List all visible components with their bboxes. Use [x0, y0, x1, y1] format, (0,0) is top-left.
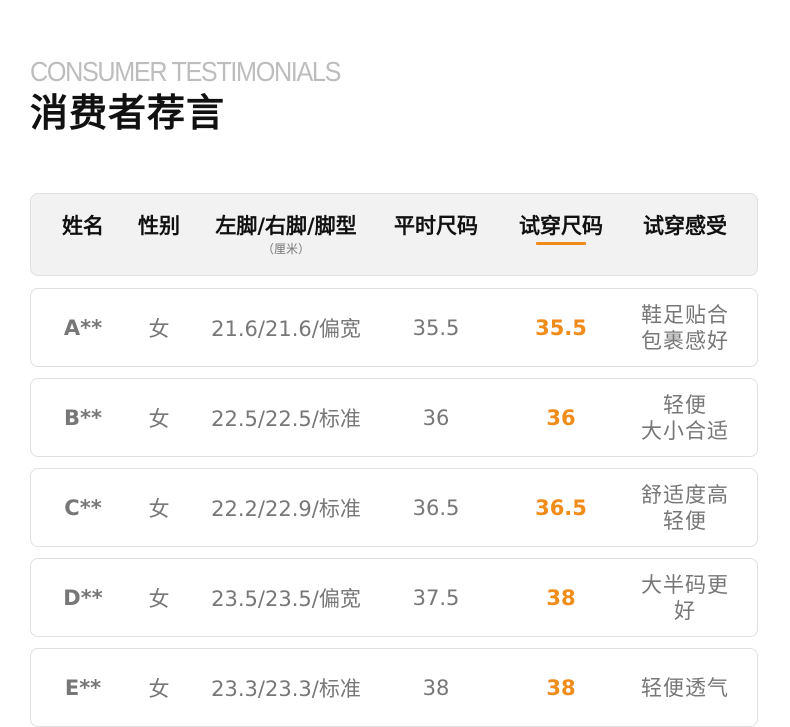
cell-feel: 轻便透气: [625, 649, 745, 726]
table-row: C** 女 22.2/22.9/标准 36.5 36.5 舒适度高 轻便: [30, 468, 758, 547]
cell-gender: 女: [148, 586, 170, 611]
col-header-feel-label: 试穿感受: [643, 214, 727, 238]
cell-feel-line: 舒适度高: [641, 482, 729, 507]
cell-feel-line: 轻便透气: [641, 675, 729, 700]
cell-gender: 女: [148, 676, 170, 701]
table-row: E** 女 23.3/23.3/标准 38 38 轻便透气: [30, 648, 758, 727]
cell-feel-line: 包裹感好: [641, 328, 729, 353]
table-row: A** 女 21.6/21.6/偏宽 35.5 35.5 鞋足贴合 包裹感好: [30, 288, 758, 367]
cell-tried-size: 38: [546, 585, 576, 610]
col-header-gender-label: 性别: [138, 214, 180, 238]
cell-gender: 女: [148, 496, 170, 521]
cell-feet: 22.5/22.5/标准: [211, 406, 361, 431]
col-header-gender: 性别: [120, 194, 198, 277]
cell-usual-size: 38: [422, 675, 450, 700]
col-header-tried-size-label: 试穿尺码: [519, 214, 603, 238]
page-title: 消费者荐言: [30, 91, 226, 135]
cell-tried-size: 36: [546, 405, 576, 430]
cell-tried-size: 35.5: [535, 315, 587, 340]
col-header-feet-label: 左脚/右脚/脚型: [215, 214, 357, 238]
accent-underline: [536, 242, 586, 245]
col-header-name-label: 姓名: [62, 214, 104, 238]
cell-usual-size: 37.5: [412, 585, 460, 610]
table-row: B** 女 22.5/22.5/标准 36 36 轻便 大小合适: [30, 378, 758, 457]
cell-feet: 21.6/21.6/偏宽: [211, 316, 361, 341]
col-header-usual-size: 平时尺码: [376, 194, 496, 277]
subtitle-en: CONSUMER TESTIMONIALS: [30, 56, 341, 87]
cell-feel: 轻便 大小合适: [625, 379, 745, 456]
cell-feet: 22.2/22.9/标准: [211, 496, 361, 521]
cell-gender: 女: [148, 316, 170, 341]
cell-usual-size: 35.5: [412, 315, 460, 340]
cell-feel: 鞋足贴合 包裹感好: [625, 289, 745, 366]
cell-feel-line: 大半码更: [641, 572, 729, 597]
cell-feet: 23.3/23.3/标准: [211, 676, 361, 701]
cell-feel-line: 大小合适: [641, 418, 729, 443]
cell-usual-size: 36: [422, 405, 450, 430]
cell-feel-line: 鞋足贴合: [641, 302, 729, 327]
cell-feet: 23.5/23.5/偏宽: [211, 586, 361, 611]
cell-feel-line: 轻便: [663, 508, 707, 533]
cell-feel: 大半码更好: [625, 559, 745, 636]
cell-feel-line: 轻便: [663, 392, 707, 417]
cell-usual-size: 36.5: [412, 495, 460, 520]
cell-tried-size: 38: [546, 675, 576, 700]
col-header-feet: 左脚/右脚/脚型 （厘米）: [201, 194, 371, 277]
cell-tried-size: 36.5: [535, 495, 587, 520]
col-header-feet-unit: （厘米）: [261, 242, 310, 256]
table-header: 姓名 性别 左脚/右脚/脚型 （厘米） 平时尺码 试穿尺码 试穿感受: [30, 193, 758, 276]
col-header-feel: 试穿感受: [625, 194, 745, 277]
col-header-tried-size: 试穿尺码: [501, 194, 621, 277]
table-row: D** 女 23.5/23.5/偏宽 37.5 38 大半码更好: [30, 558, 758, 637]
cell-gender: 女: [148, 406, 170, 431]
cell-feel: 舒适度高 轻便: [625, 469, 745, 546]
col-header-usual-size-label: 平时尺码: [394, 214, 478, 238]
cell-feel-line: 好: [674, 598, 696, 623]
